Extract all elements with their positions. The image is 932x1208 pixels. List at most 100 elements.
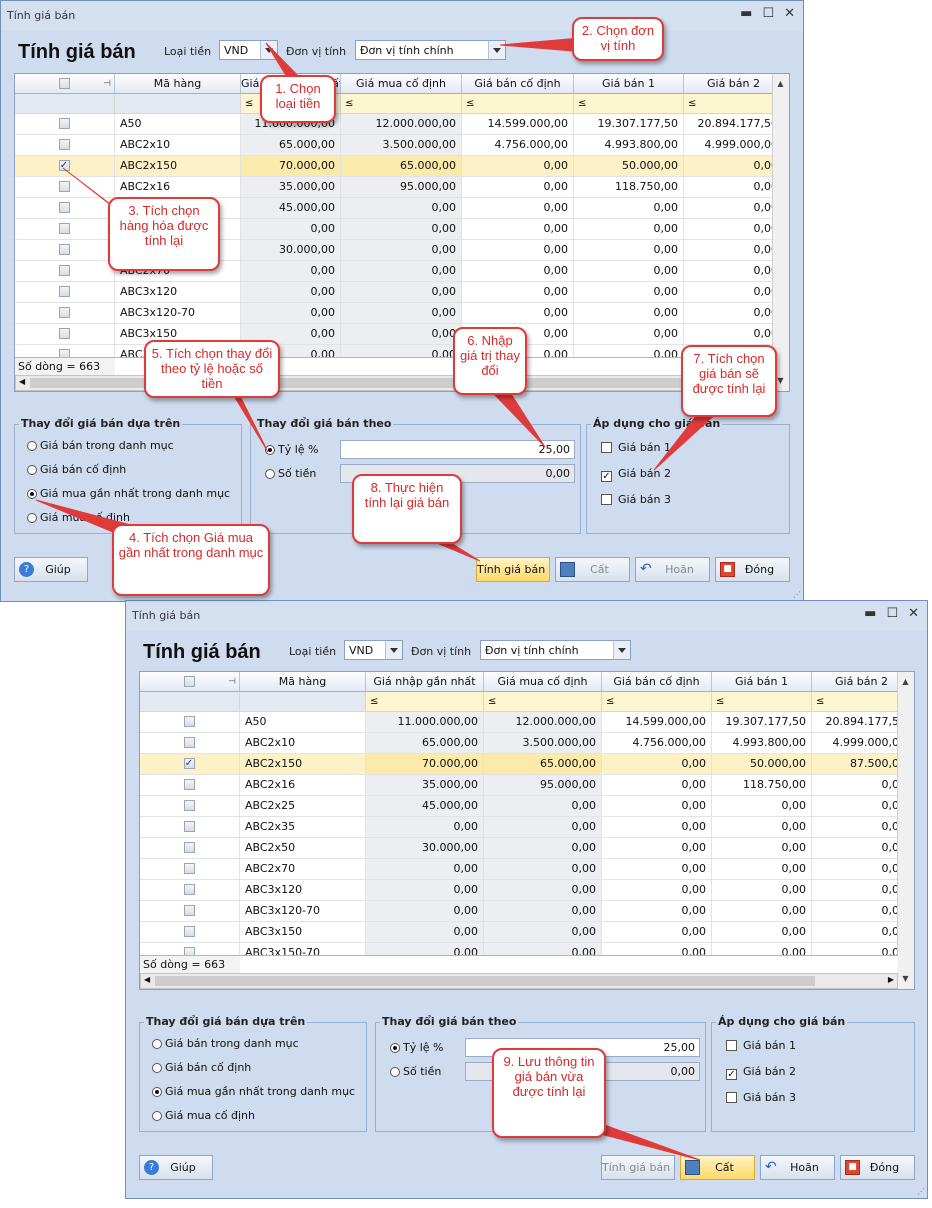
value-cell[interactable]: 3.500.000,00 — [341, 135, 462, 155]
calculate-button[interactable]: Tính giá bán — [476, 557, 550, 582]
row-select-cell[interactable] — [15, 324, 115, 344]
horizontal-scrollbar[interactable]: ◀▶ — [15, 375, 773, 391]
row-checkbox[interactable] — [58, 307, 70, 318]
row-select-cell[interactable]: ✓ — [140, 754, 240, 774]
base-option-3[interactable]: Giá mua cố định — [152, 1109, 255, 1122]
row-select-cell[interactable] — [15, 240, 115, 260]
value-cell[interactable]: 50.000,00 — [574, 156, 684, 176]
row-checkbox[interactable] — [58, 328, 70, 339]
column-header-3[interactable]: Giá bán cố định — [462, 74, 574, 93]
row-select-cell[interactable] — [15, 177, 115, 197]
table-row[interactable]: ABC2x5030.000,000,000,000,000,00 — [140, 838, 912, 859]
save-button[interactable]: Cất — [555, 557, 630, 582]
pin-icon[interactable]: ⊣ — [103, 75, 111, 93]
row-checkbox[interactable] — [58, 223, 70, 234]
value-cell[interactable]: 0,00 — [574, 240, 684, 260]
maximize-icon[interactable]: ☐ — [886, 606, 898, 621]
base-option-1[interactable]: Giá bán cố định — [27, 463, 126, 476]
value-cell[interactable]: 0,00 — [684, 261, 784, 281]
minimize-icon[interactable]: ▬ — [740, 6, 752, 21]
minimize-icon[interactable]: ▬ — [864, 606, 876, 621]
value-cell[interactable]: 0,00 — [574, 198, 684, 218]
value-cell[interactable]: 45.000,00 — [241, 198, 341, 218]
value-cell[interactable]: 0,00 — [241, 303, 341, 323]
base-option-0[interactable]: Giá bán trong danh mục — [152, 1037, 299, 1050]
radio-button[interactable] — [265, 469, 275, 479]
value-cell[interactable]: 0,00 — [484, 859, 602, 879]
checkbox[interactable]: ✓ — [726, 1069, 737, 1080]
value-cell[interactable]: 0,00 — [462, 156, 574, 176]
currency-select[interactable]: VND — [344, 640, 403, 660]
value-cell[interactable]: 30.000,00 — [366, 838, 484, 858]
row-select-cell[interactable] — [15, 261, 115, 281]
radio-button[interactable] — [265, 445, 275, 455]
value-cell[interactable]: 14.599.000,00 — [462, 114, 574, 134]
value-cell[interactable]: 0,00 — [684, 177, 784, 197]
row-select-cell[interactable] — [140, 796, 240, 816]
column-header-4[interactable]: Giá bán 1 — [712, 672, 812, 691]
value-cell[interactable]: 0,00 — [684, 219, 784, 239]
filter-op[interactable]: ≤ — [484, 692, 602, 711]
value-cell[interactable]: 118.750,00 — [712, 775, 812, 795]
filter-op[interactable]: ≤ — [462, 94, 574, 113]
table-row[interactable]: ABC3x120 0,00 0,00 0,00 0,00 0,00 — [15, 282, 784, 303]
value-cell[interactable]: 70.000,00 — [366, 754, 484, 774]
checkbox[interactable]: ✓ — [601, 471, 612, 482]
price-grid[interactable]: ⊣Mã hàngGiá nhập gần nhấtGiá mua cố định… — [139, 671, 915, 990]
value-cell[interactable]: 95.000,00 — [484, 775, 602, 795]
close-button[interactable]: ■ Đóng — [715, 557, 790, 582]
table-row[interactable]: ABC2x350,000,000,000,000,00 — [140, 817, 912, 838]
value-cell[interactable]: 0,00 — [366, 859, 484, 879]
row-checkbox[interactable] — [183, 863, 195, 874]
apply-option-2[interactable]: Giá bán 3 — [601, 493, 671, 506]
row-checkbox[interactable] — [58, 265, 70, 276]
row-select-cell[interactable] — [15, 198, 115, 218]
row-select-cell[interactable] — [140, 733, 240, 753]
base-option-2[interactable]: Giá mua gần nhất trong danh mục — [27, 487, 230, 500]
checkbox[interactable] — [601, 442, 612, 453]
row-checkbox[interactable] — [183, 800, 195, 811]
row-select-cell[interactable] — [140, 922, 240, 942]
row-select-cell[interactable] — [140, 859, 240, 879]
row-select-cell[interactable] — [15, 303, 115, 323]
row-select-cell[interactable] — [15, 135, 115, 155]
filter-op[interactable]: ≤ — [366, 692, 484, 711]
select-all-checkbox[interactable] — [183, 676, 195, 687]
close-icon[interactable]: ✕ — [908, 606, 919, 621]
radio-button[interactable] — [27, 513, 37, 523]
checkbox[interactable] — [726, 1092, 737, 1103]
chevron-down-icon[interactable] — [260, 41, 277, 59]
undo-button[interactable]: ↶ Hoãn — [635, 557, 710, 582]
value-cell[interactable]: 0,00 — [712, 922, 812, 942]
value-cell[interactable]: 4.999.000,00 — [684, 135, 784, 155]
chevron-down-icon[interactable] — [613, 641, 630, 659]
table-row[interactable]: A50 11.000.000,00 12.000.000,00 14.599.000,… — [15, 114, 784, 135]
value-cell[interactable]: 0,00 — [484, 817, 602, 837]
percent-input[interactable]: 25,00 — [340, 440, 575, 459]
row-checkbox[interactable] — [58, 202, 70, 213]
value-cell[interactable]: 0,00 — [684, 324, 784, 344]
radio-button[interactable] — [152, 1111, 162, 1121]
row-checkbox[interactable] — [183, 926, 195, 937]
value-cell[interactable]: 0,00 — [602, 901, 712, 921]
value-cell[interactable]: 0,00 — [712, 880, 812, 900]
radio-button[interactable] — [152, 1039, 162, 1049]
value-cell[interactable]: 0,00 — [574, 303, 684, 323]
header-select-all[interactable]: ⊣ — [140, 672, 240, 691]
base-option-0[interactable]: Giá bán trong danh mục — [27, 439, 174, 452]
header-select-all[interactable]: ⊣ — [15, 74, 115, 93]
value-cell[interactable]: 0,00 — [341, 282, 462, 302]
percent-option[interactable]: Tỷ lệ % — [265, 443, 319, 456]
value-cell[interactable]: 14.599.000,00 — [602, 712, 712, 732]
row-checkbox[interactable] — [183, 905, 195, 916]
table-row[interactable]: A50 11.000.000,00 12.000.000,00 14.599.000,… — [140, 712, 912, 733]
value-cell[interactable]: 0,00 — [241, 261, 341, 281]
table-row[interactable]: ABC3x120-70 0,00 0,00 0,00 0,00 0,00 — [15, 303, 784, 324]
value-cell[interactable]: 0,00 — [602, 880, 712, 900]
column-header-4[interactable]: Giá bán 1 — [574, 74, 684, 93]
scroll-left-icon[interactable]: ◀ — [19, 377, 25, 386]
row-checkbox[interactable] — [58, 181, 70, 192]
scroll-down-icon[interactable]: ▼ — [898, 971, 913, 987]
value-cell[interactable]: 4.756.000,00 — [462, 135, 574, 155]
value-cell[interactable]: 0,00 — [366, 901, 484, 921]
